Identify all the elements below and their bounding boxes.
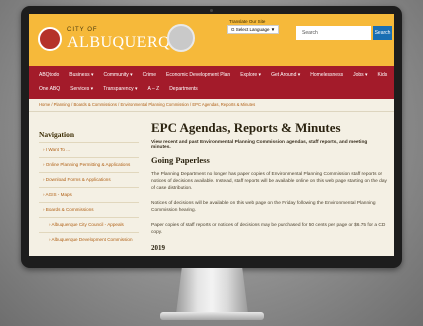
- main-content: EPC Agendas, Reports & Minutes View rece…: [151, 120, 387, 252]
- section-heading: Going Paperless: [151, 155, 210, 165]
- nav-item[interactable]: Kids: [378, 72, 388, 78]
- site-header: CITY OF ALBUQUERQUE Translate Our Site G…: [29, 14, 394, 66]
- sidebar-item-download-forms[interactable]: › Download Forms & Applications: [39, 172, 139, 187]
- nav-item[interactable]: Business ▾: [69, 72, 93, 78]
- nav-item[interactable]: A – Z: [148, 86, 160, 92]
- browser-screen: CITY OF ALBUQUERQUE Translate Our Site G…: [29, 14, 394, 256]
- search-button[interactable]: Search: [373, 26, 392, 40]
- sidebar-item-i-want-to[interactable]: › I Want To ...: [39, 142, 139, 157]
- language-select[interactable]: G Select Language ▼: [227, 25, 279, 34]
- city-seal-icon: [38, 27, 62, 51]
- nav-row-primary: ABQtodo Business ▾ Community ▾ Crime Eco…: [39, 72, 387, 78]
- monitor-frame: CITY OF ALBUQUERQUE Translate Our Site G…: [21, 6, 402, 268]
- camera-dot: [210, 9, 213, 12]
- nav-item[interactable]: Community ▾: [103, 72, 132, 78]
- nav-item[interactable]: Get Around ▾: [271, 72, 300, 78]
- sidebar-item-online-permitting[interactable]: › Online Planning Permitting & Applicati…: [39, 157, 139, 172]
- nav-item[interactable]: Crime: [143, 72, 156, 78]
- nav-item[interactable]: Economic Development Plan: [166, 72, 230, 78]
- nav-item[interactable]: ABQtodo: [39, 72, 59, 78]
- nav-item[interactable]: Jobs ▾: [353, 72, 367, 78]
- nav-item[interactable]: Transparency ▾: [103, 86, 137, 92]
- sidebar-item-agis-maps[interactable]: › AGIS - Maps: [39, 187, 139, 202]
- monitor-stand: [176, 268, 248, 314]
- zia-seal-icon: [167, 24, 195, 52]
- city-of-label: CITY OF: [67, 27, 98, 33]
- main-nav: ABQtodo Business ▾ Community ▾ Crime Eco…: [29, 66, 394, 99]
- breadcrumb[interactable]: Home / Planning / Boards & Commissions /…: [39, 102, 255, 107]
- paragraph: Notices of decisions will be available o…: [151, 201, 376, 213]
- sidebar-item-council-appeals[interactable]: › Albuquerque City Council - Appeals: [39, 217, 139, 232]
- sidebar-heading: Navigation: [39, 130, 75, 139]
- sidebar-nav: › I Want To ... › Online Planning Permit…: [39, 142, 139, 247]
- page-title: EPC Agendas, Reports & Minutes: [151, 120, 341, 135]
- year-heading: 2019: [151, 244, 165, 252]
- nav-row-secondary: One ABQ Services ▾ Transparency ▾ A – Z …: [39, 86, 198, 92]
- page-lead: View recent and past Environmental Plann…: [151, 140, 368, 150]
- nav-item[interactable]: Departments: [169, 86, 198, 92]
- sidebar-item-boards[interactable]: › Boards & Commissions: [39, 202, 139, 217]
- breadcrumb-divider: [29, 111, 394, 112]
- nav-item[interactable]: One ABQ: [39, 86, 60, 92]
- nav-item[interactable]: Explore ▾: [240, 72, 261, 78]
- paragraph: Paper copies of staff reports or notices…: [151, 223, 386, 235]
- nav-item[interactable]: Services ▾: [70, 86, 93, 92]
- search-input[interactable]: Search: [296, 26, 371, 40]
- translate-label: Translate Our Site: [229, 19, 266, 24]
- sidebar-item-development-commission[interactable]: › Albuquerque Development Commission: [39, 232, 139, 247]
- paragraph: The Planning Department no longer has pa…: [151, 172, 387, 191]
- monitor-stand-base: [160, 312, 264, 320]
- nav-item[interactable]: Homelessness: [310, 72, 343, 78]
